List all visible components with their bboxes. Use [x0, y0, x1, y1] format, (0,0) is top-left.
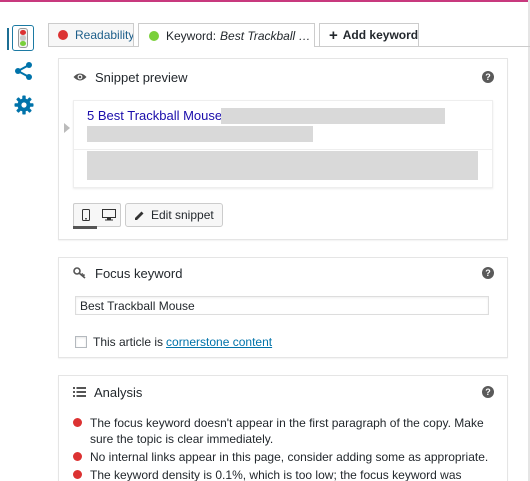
- help-icon[interactable]: ?: [482, 71, 494, 83]
- tab-keyword-value: Best Trackball Mou...: [220, 28, 314, 43]
- snippet-preview-title: Snippet preview: [95, 69, 188, 85]
- tab-readability[interactable]: Readability: [48, 23, 134, 46]
- accent-top-border: [0, 0, 530, 2]
- active-device-indicator: [73, 226, 97, 229]
- focus-keyword-input[interactable]: Best Trackball Mouse: [75, 296, 489, 315]
- tab-readability-label: Readability: [75, 28, 134, 42]
- tab-keyword[interactable]: Keyword: Best Trackball Mou...: [138, 23, 315, 47]
- cornerstone-link[interactable]: cornerstone content: [166, 335, 272, 349]
- eye-icon: [73, 73, 87, 81]
- mobile-icon[interactable]: [74, 204, 97, 226]
- tab-keyword-prefix: Keyword:: [166, 28, 217, 43]
- share-icon[interactable]: [12, 58, 36, 84]
- analysis-item-text: No internal links appear in this page, c…: [90, 450, 489, 464]
- add-keyword-button[interactable]: + Add keyword: [319, 23, 419, 46]
- snippet-seo-title[interactable]: 5 Best Trackball Mouse |: [87, 108, 229, 123]
- status-bullet-red: [73, 418, 82, 427]
- status-bullet-red: [73, 470, 82, 479]
- analysis-header[interactable]: Analysis ?: [59, 377, 507, 407]
- plus-icon: +: [329, 26, 338, 44]
- cornerstone-option: This article is cornerstone content: [75, 335, 272, 349]
- analysis-list: The focus keyword doesn't appear in the …: [73, 415, 493, 481]
- help-icon[interactable]: ?: [482, 386, 494, 398]
- help-icon[interactable]: ?: [482, 267, 494, 279]
- gear-icon[interactable]: [12, 92, 36, 118]
- snippet-preview-header[interactable]: Snippet preview ?: [59, 62, 507, 92]
- analysis-item: The focus keyword doesn't appear in the …: [73, 415, 493, 447]
- status-bullet-red: [73, 452, 82, 461]
- snippet-caret-icon: [64, 123, 70, 133]
- desktop-icon[interactable]: [97, 204, 120, 226]
- edit-snippet-button[interactable]: Edit snippet: [125, 203, 223, 227]
- key-icon: [73, 267, 86, 279]
- analysis-title: Analysis: [94, 384, 143, 400]
- analysis-item-text: The keyword density is 0.1%, which is to…: [90, 468, 462, 481]
- cornerstone-checkbox[interactable]: [75, 336, 87, 348]
- snippet-title-redacted: [221, 108, 445, 124]
- analysis-panel: Analysis ? The focus keyword doesn't app…: [58, 375, 508, 481]
- add-keyword-label: Add keyword: [342, 28, 419, 42]
- analysis-item: The keyword density is 0.1%, which is to…: [73, 467, 493, 481]
- focus-keyword-title: Focus keyword: [95, 265, 183, 281]
- analysis-item: No internal links appear in this page, c…: [73, 449, 493, 465]
- snippet-description-redacted: [87, 151, 478, 180]
- cornerstone-label: This article is: [93, 335, 164, 349]
- snippet-preview-box[interactable]: 5 Best Trackball Mouse |: [73, 100, 493, 188]
- focus-keyword-header[interactable]: Focus keyword ?: [59, 258, 507, 288]
- snippet-preview-panel: Snippet preview ? 5 Best Trackball Mouse…: [58, 58, 508, 240]
- device-toggle: [73, 203, 121, 227]
- list-icon: [73, 387, 86, 397]
- edit-snippet-label: Edit snippet: [151, 208, 214, 222]
- snippet-url-redacted: [87, 126, 313, 142]
- snippet-separator: [74, 149, 492, 150]
- focus-keyword-panel: Focus keyword ? Best Trackball Mouse Thi…: [58, 257, 508, 358]
- readability-status-dot: [58, 30, 68, 40]
- analysis-item-text: The focus keyword doesn't appear in the …: [90, 416, 484, 446]
- keyword-status-dot: [149, 30, 159, 41]
- traffic-light-icon[interactable]: [7, 25, 34, 51]
- pencil-icon: [135, 211, 144, 220]
